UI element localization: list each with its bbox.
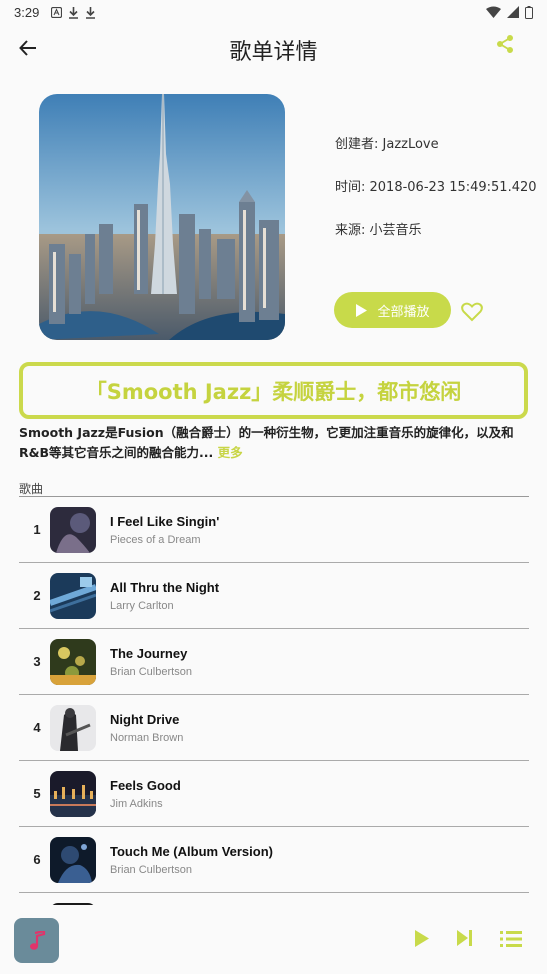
song-artist: Larry Carlton	[110, 600, 174, 612]
song-title: The Journey	[110, 646, 188, 661]
play-button[interactable]	[415, 930, 435, 950]
system-icons	[486, 5, 533, 19]
song-row[interactable]: 1 I Feel Like Singin' Pieces of a Dream	[19, 497, 529, 563]
song-artist: Jim Adkins	[110, 798, 163, 810]
download-icon	[69, 6, 79, 19]
share-icon	[497, 35, 513, 53]
creator-label: 创建者: JazzLove	[335, 137, 439, 152]
next-icon	[457, 930, 472, 946]
song-artist: Norman Brown	[110, 732, 184, 744]
playlist-description: Smooth Jazz是Fusion（融合爵士）的一种衍生物，它更加注重音乐的旋…	[19, 423, 531, 463]
song-thumbnail	[50, 573, 96, 619]
song-artist: Brian Culbertson	[110, 666, 192, 678]
app-notification-icon	[51, 6, 63, 18]
song-row[interactable]: 2 All Thru the Night Larry Carlton	[19, 563, 529, 629]
music-note-icon	[29, 930, 45, 950]
song-title: Touch Me (Album Version)	[110, 844, 273, 859]
playlist-icon	[500, 931, 522, 947]
song-title: I Feel Like Singin'	[110, 514, 220, 529]
song-thumbnail	[50, 837, 96, 883]
battery-icon	[525, 5, 533, 19]
heart-icon	[461, 302, 483, 322]
song-row[interactable]	[19, 893, 529, 905]
notification-icons	[51, 6, 96, 19]
mini-player	[0, 905, 547, 974]
wifi-icon	[486, 6, 501, 18]
song-title: All Thru the Night	[110, 580, 220, 595]
song-title: Feels Good	[110, 778, 181, 793]
status-time: 3:29	[14, 4, 40, 20]
now-playing-artwork[interactable]	[14, 918, 59, 963]
playlist-banner-title: 「Smooth Jazz」柔顺爵士，都市悠闲	[19, 362, 528, 419]
song-thumbnail	[50, 639, 96, 685]
play-icon	[356, 303, 368, 317]
status-bar: 3:29	[0, 0, 547, 24]
next-button[interactable]	[457, 930, 477, 950]
created-time-label: 时间: 2018-06-23 15:49:51.420	[335, 180, 537, 195]
share-button[interactable]	[495, 34, 523, 62]
app-bar: 歌单详情	[0, 28, 547, 68]
song-artist: Pieces of a Dream	[110, 534, 201, 546]
download-icon	[86, 6, 96, 19]
more-link[interactable]: 更多	[218, 445, 243, 460]
song-row[interactable]: 5 Feels Good Jim Adkins	[19, 761, 529, 827]
playlist-cover-image	[39, 94, 285, 340]
song-thumbnail	[50, 771, 96, 817]
song-artist: Brian Culbertson	[110, 864, 192, 876]
playlist-button[interactable]	[500, 930, 524, 950]
page-title: 歌单详情	[229, 40, 318, 65]
song-thumbnail	[50, 705, 96, 751]
source-label: 来源: 小芸音乐	[335, 223, 422, 238]
song-row[interactable]: 3 The Journey Brian Culbertson	[19, 629, 529, 695]
description-text: Smooth Jazz是Fusion（融合爵士）的一种衍生物，它更加注重音乐的旋…	[19, 425, 514, 460]
play-all-label: 全部播放	[377, 304, 430, 320]
play-icon	[415, 930, 429, 947]
song-row[interactable]: 4 Night Drive Norman Brown	[19, 695, 529, 761]
song-list: 1 I Feel Like Singin' Pieces of a Dream …	[19, 497, 529, 905]
song-row[interactable]: 6 Touch Me (Album Version) Brian Culbert…	[19, 827, 529, 893]
play-all-button[interactable]: 全部播放	[334, 292, 451, 328]
song-thumbnail	[50, 507, 96, 553]
song-title: Night Drive	[110, 712, 180, 727]
signal-icon	[507, 6, 519, 18]
like-button[interactable]	[461, 302, 483, 322]
songs-section-header: 歌曲	[19, 480, 529, 497]
